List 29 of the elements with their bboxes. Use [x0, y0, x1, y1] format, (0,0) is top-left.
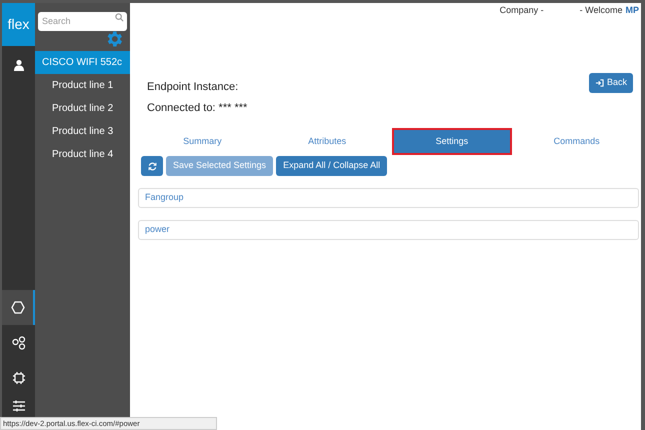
tab[interactable]: Attributes: [264, 128, 390, 155]
back-button[interactable]: Back: [588, 73, 633, 93]
company-label: Company -: [500, 4, 544, 18]
sliders-icon: [12, 400, 26, 412]
settings-panel[interactable]: power: [138, 220, 639, 240]
tab[interactable]: Settings: [392, 128, 512, 155]
welcome-label: - Welcome: [580, 4, 622, 18]
search-icon: [115, 13, 124, 22]
flex-logo: flex: [2, 3, 35, 46]
hexagon-icon: [10, 301, 24, 314]
chip-icon: [12, 370, 26, 384]
sidebar-item[interactable]: CISCO WIFI 552c: [35, 51, 130, 74]
user-icon: [12, 58, 24, 70]
sign-in-icon: [594, 79, 604, 87]
sidebar-item[interactable]: Product line 1: [35, 74, 130, 97]
sidebar-item[interactable]: Product line 4: [35, 143, 130, 166]
refresh-icon: [148, 162, 156, 170]
sidebar-item[interactable]: Product line 2: [35, 97, 130, 120]
settings-panel[interactable]: Fangroup: [138, 188, 639, 208]
connected-to-label: Connected to: *** ***: [147, 100, 248, 116]
user-name: MP: [626, 4, 639, 18]
circles-icon: [12, 336, 26, 350]
search-field[interactable]: Search: [38, 12, 127, 30]
expand-collapse-button[interactable]: Expand All / Collapse All: [276, 156, 388, 176]
sidebar-item[interactable]: Product line 3: [35, 120, 130, 143]
tab[interactable]: Commands: [514, 128, 639, 155]
endpoint-instance-label: Endpoint Instance:: [147, 80, 240, 95]
refresh-button[interactable]: [141, 156, 163, 176]
tab[interactable]: Summary: [140, 128, 265, 155]
